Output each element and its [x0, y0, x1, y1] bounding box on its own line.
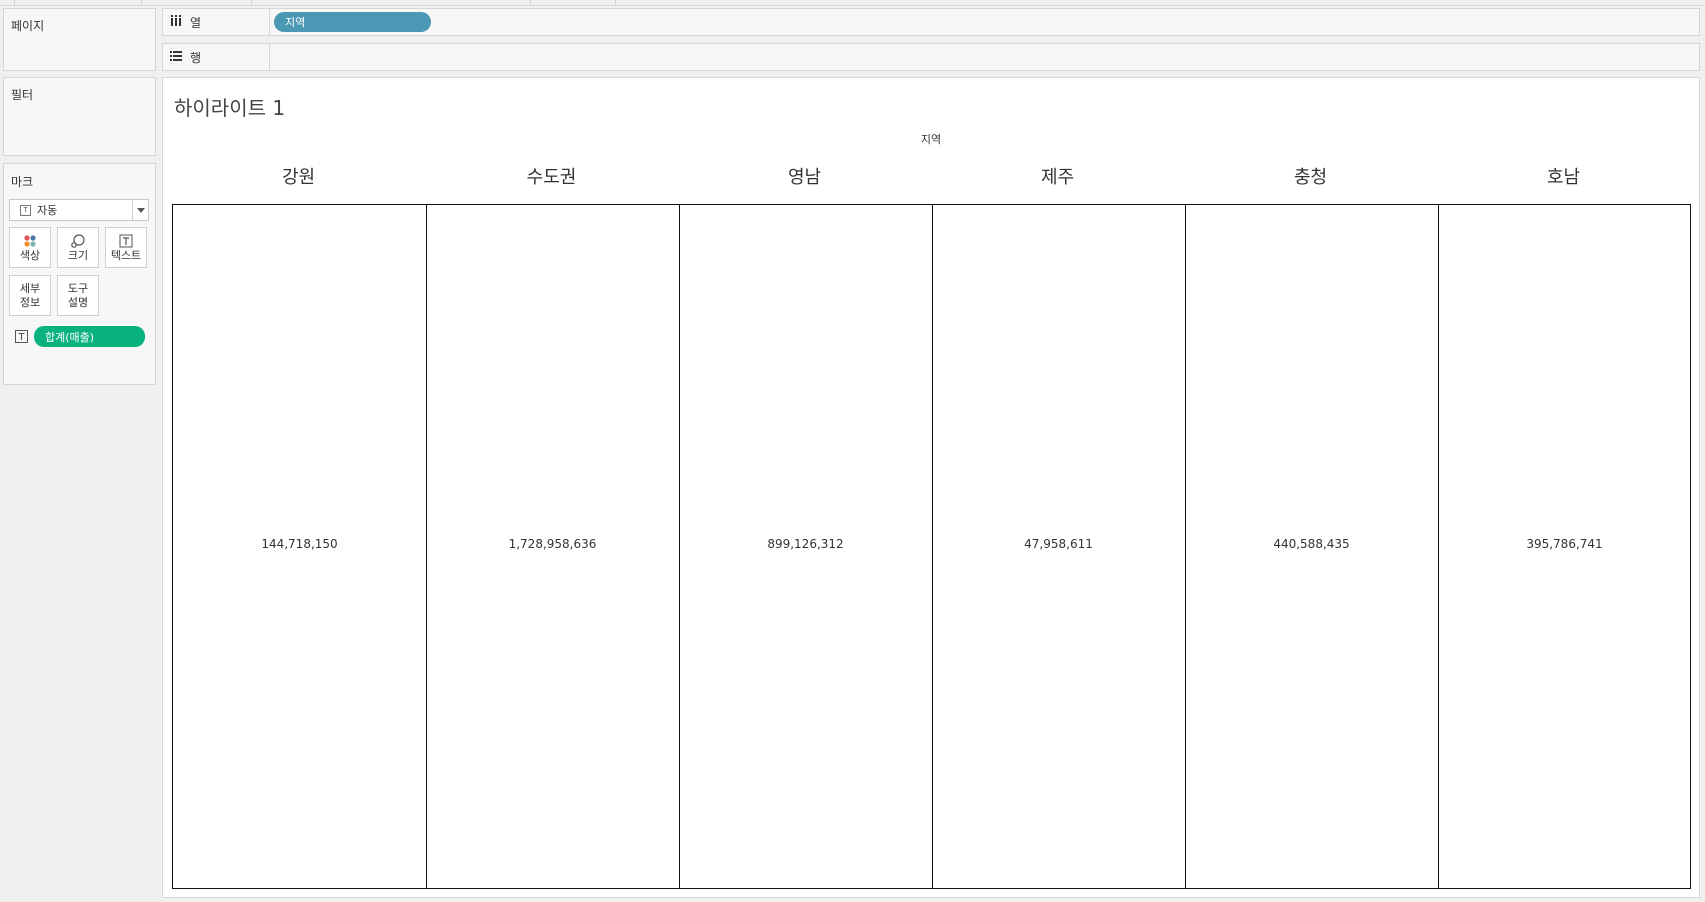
marks-card: 마크 — [3, 163, 156, 385]
tooltip-button-label-1: 도구 — [67, 281, 89, 295]
text-encoding-icon — [15, 330, 28, 343]
color-button[interactable]: 색상 — [9, 227, 51, 268]
column-header-sudogwon[interactable]: 수도권 — [425, 163, 678, 189]
filters-title: 필터 — [11, 88, 34, 102]
filters-card[interactable]: 필터 — [3, 77, 156, 156]
columns-shelf-text: 열 — [190, 15, 202, 30]
cell-value-chungcheong[interactable]: 440,588,435 — [1185, 537, 1438, 551]
rows-shelf-label: 행 — [163, 44, 270, 70]
pages-card[interactable]: 페이지 — [3, 8, 156, 71]
rows-shelf-text: 행 — [190, 50, 202, 65]
cell-value-honam[interactable]: 395,786,741 — [1438, 537, 1691, 551]
cell-value-yeongnam[interactable]: 899,126,312 — [679, 537, 932, 551]
columns-shelf-label: 열 — [163, 9, 270, 35]
tab-separator — [615, 0, 616, 5]
text-button[interactable]: 텍스트 — [105, 227, 147, 268]
tooltip-button[interactable]: 도구 설명 — [57, 275, 99, 316]
tab-separator — [141, 0, 142, 5]
worksheet-view[interactable]: 하이라이트 1 지역 강원 수도권 영남 제주 충청 호남 144,718,15… — [162, 77, 1700, 898]
column-header-yeongnam[interactable]: 영남 — [678, 163, 931, 189]
sheet-title: 하이라이트 1 — [174, 96, 286, 120]
tab-separator — [251, 0, 252, 5]
text-button-label: 텍스트 — [110, 248, 142, 262]
detail-button-label-1: 세부 — [19, 281, 41, 295]
marks-title: 마크 — [11, 175, 34, 189]
tooltip-button-label-2: 설명 — [67, 295, 89, 309]
tab-strip — [0, 0, 1705, 6]
column-axis-title: 지역 — [920, 133, 942, 146]
pages-title: 페이지 — [11, 19, 45, 33]
color-dots-icon — [23, 233, 37, 249]
size-icon — [70, 233, 86, 249]
sum-sales-pill-label: 합계(매출) — [45, 330, 95, 344]
crosstab-grid: 144,718,150 1,728,958,636 899,126,312 47… — [172, 204, 1691, 889]
column-header-gangwon[interactable]: 강원 — [172, 163, 425, 189]
mark-type-dropdown[interactable]: T 자동 — [9, 199, 149, 221]
rows-icon — [170, 50, 182, 64]
region-pill[interactable]: 지역 — [274, 12, 431, 32]
color-button-label: 색상 — [19, 248, 41, 262]
chevron-down-icon[interactable] — [132, 200, 148, 220]
size-button[interactable]: 크기 — [57, 227, 99, 268]
text-mark-icon: T — [20, 204, 31, 216]
cell-value-jeju[interactable]: 47,958,611 — [932, 537, 1185, 551]
size-button-label: 크기 — [67, 248, 89, 262]
column-header-jeju[interactable]: 제주 — [931, 163, 1184, 189]
cell-value-sudogwon[interactable]: 1,728,958,636 — [426, 537, 679, 551]
text-icon — [119, 233, 133, 249]
columns-shelf[interactable]: 열 지역 — [162, 8, 1700, 36]
sum-sales-pill[interactable]: 합계(매출) — [34, 326, 145, 347]
rows-shelf[interactable]: 행 — [162, 43, 1700, 71]
column-header-chungcheong[interactable]: 충청 — [1184, 163, 1437, 189]
detail-button[interactable]: 세부 정보 — [9, 275, 51, 316]
tab-separator — [14, 0, 15, 5]
columns-icon — [170, 15, 182, 29]
detail-button-label-2: 정보 — [19, 295, 41, 309]
cell-value-gangwon[interactable]: 144,718,150 — [173, 537, 426, 551]
mark-type-value: 자동 — [37, 204, 58, 217]
tab-separator — [530, 0, 531, 5]
region-pill-label: 지역 — [285, 16, 306, 29]
column-header-honam[interactable]: 호남 — [1437, 163, 1690, 189]
